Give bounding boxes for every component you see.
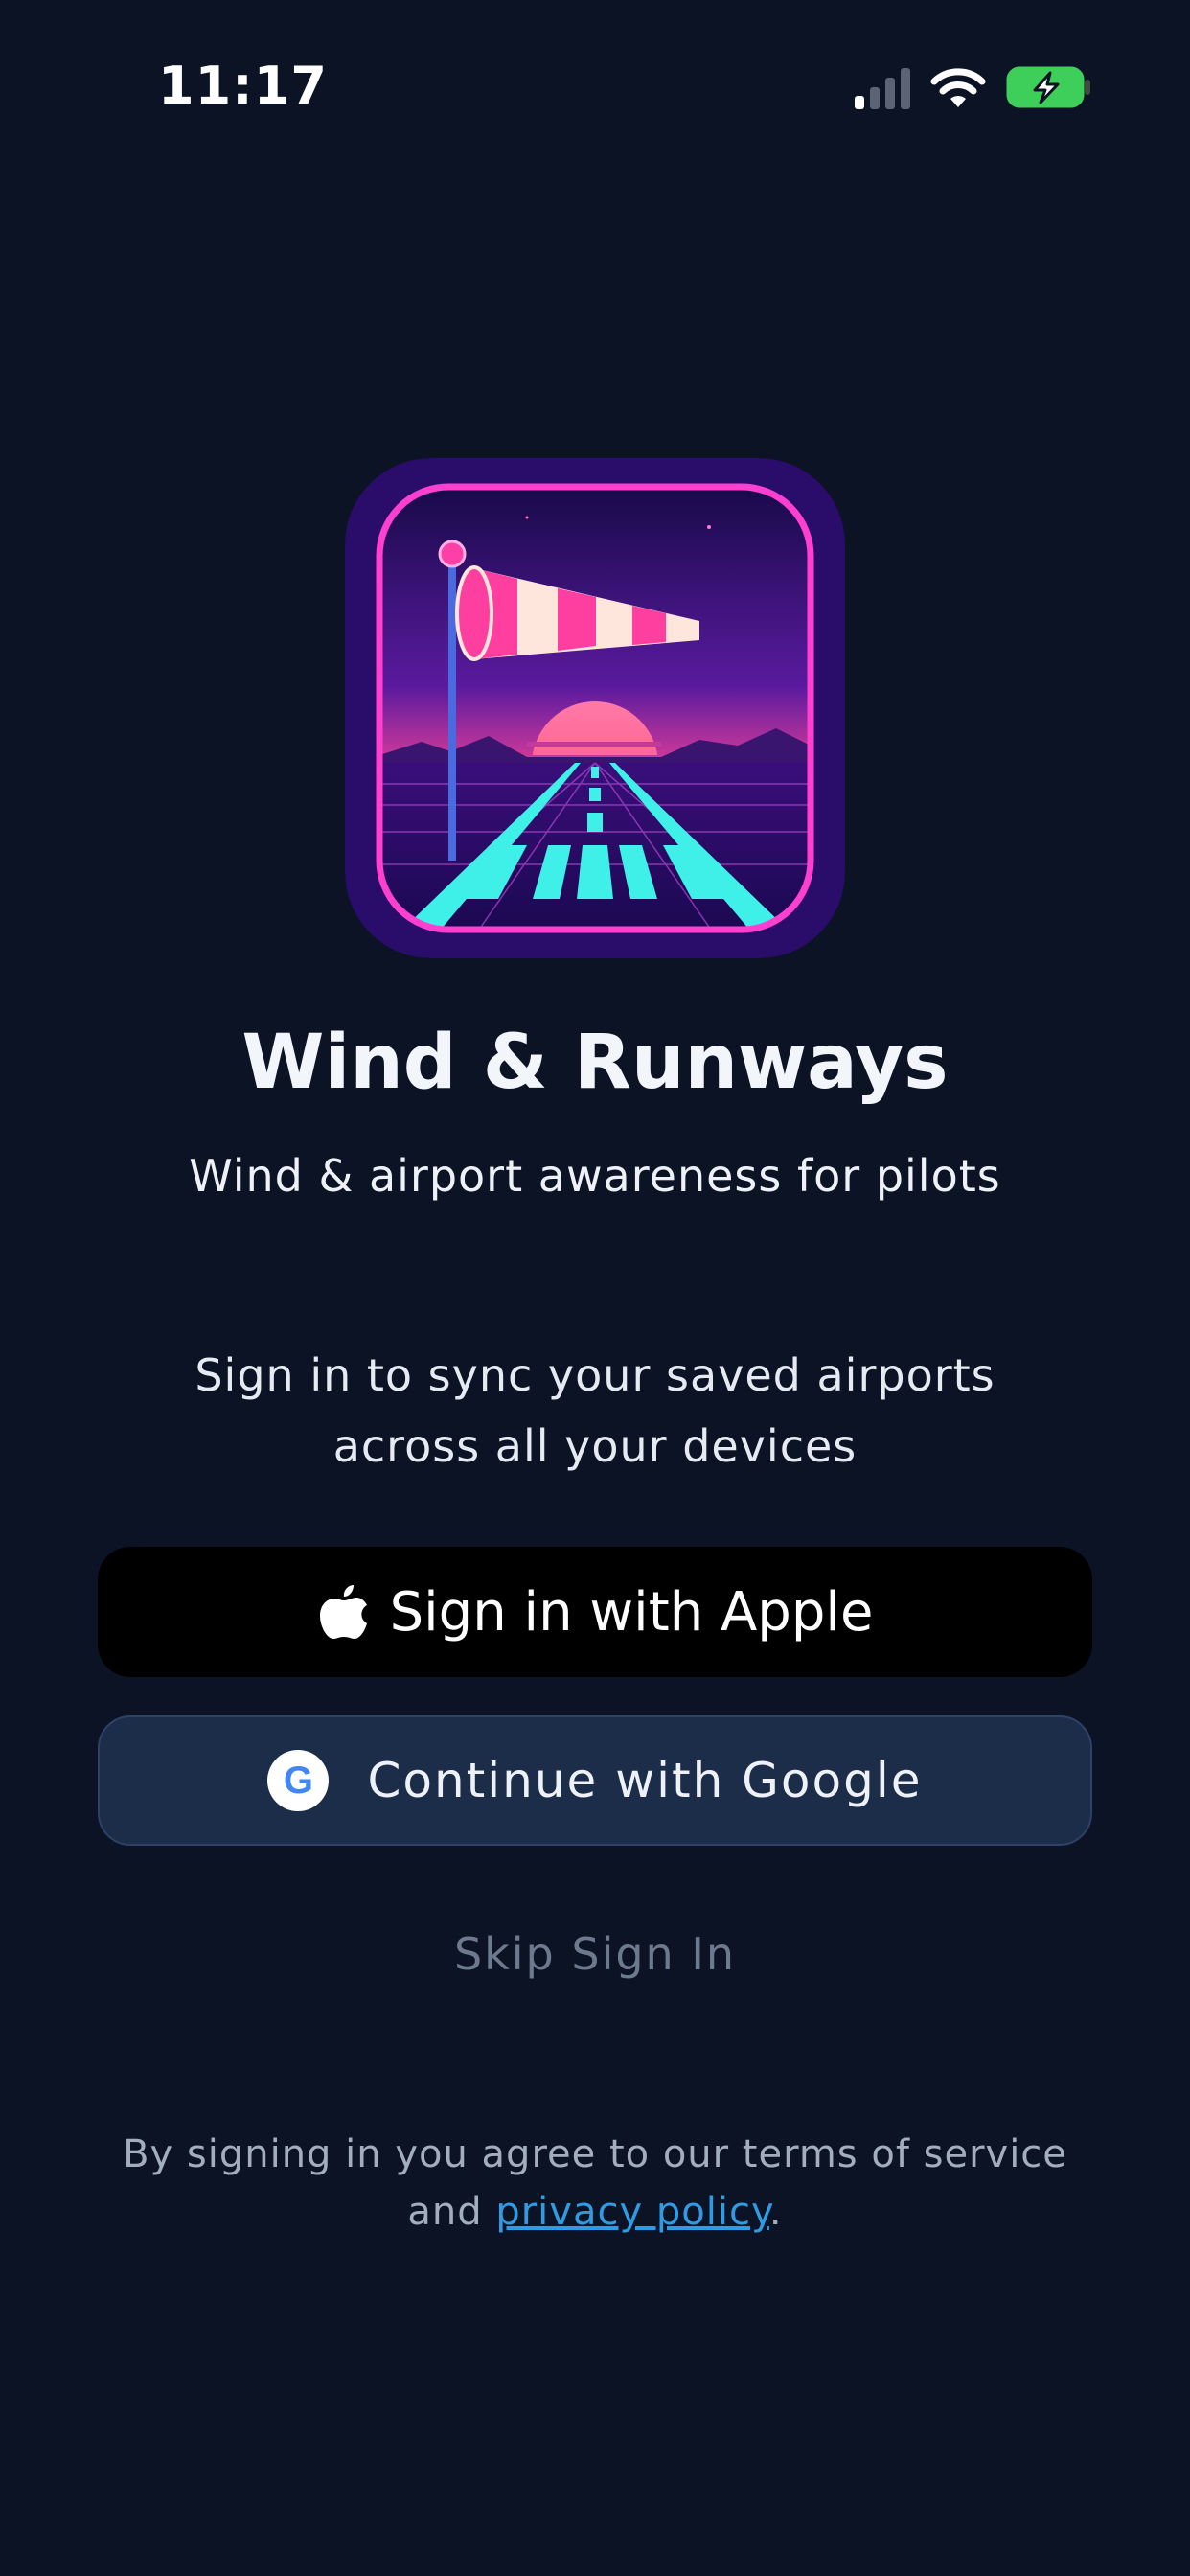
sign-in-screen: 11:17 Wind & Runways Wind & airport awar… <box>0 0 1190 2576</box>
sync-description: Sign in to sync your saved airports acro… <box>0 1340 1190 1482</box>
sign-in-with-apple-button[interactable]: Sign in with Apple <box>98 1547 1092 1677</box>
continue-with-google-button[interactable]: G Continue with Google <box>98 1715 1092 1846</box>
windsock-runway-icon <box>345 458 845 958</box>
terms-period: . <box>768 2190 783 2234</box>
terms-line2: and privacy policy. <box>0 2183 1190 2241</box>
sync-description-line2: across all your devices <box>332 1420 858 1472</box>
terms-notice: By signing in you agree to our terms of … <box>0 2126 1190 2241</box>
skip-sign-in-link[interactable]: Skip Sign In <box>0 1928 1190 1980</box>
app-subtitle: Wind & airport awareness for pilots <box>189 1150 1001 1202</box>
apple-logo-icon <box>319 1585 367 1639</box>
terms-line1: By signing in you agree to our terms of … <box>123 2132 1067 2176</box>
terms-and: and <box>407 2190 483 2234</box>
privacy-policy-link[interactable]: privacy policy <box>495 2190 769 2234</box>
google-logo-icon: G <box>267 1750 330 1811</box>
signal-icon <box>855 68 910 109</box>
sync-description-line1: Sign in to sync your saved airports <box>195 1349 995 1401</box>
battery-charging-icon <box>1006 66 1090 108</box>
wifi-icon <box>930 68 986 107</box>
google-button-label: Continue with Google <box>367 1753 923 1808</box>
status-bar: 11:17 <box>0 0 1190 172</box>
status-time: 11:17 <box>158 56 328 116</box>
apple-button-label: Sign in with Apple <box>389 1580 874 1644</box>
app-title: Wind & Runways <box>241 1020 949 1106</box>
